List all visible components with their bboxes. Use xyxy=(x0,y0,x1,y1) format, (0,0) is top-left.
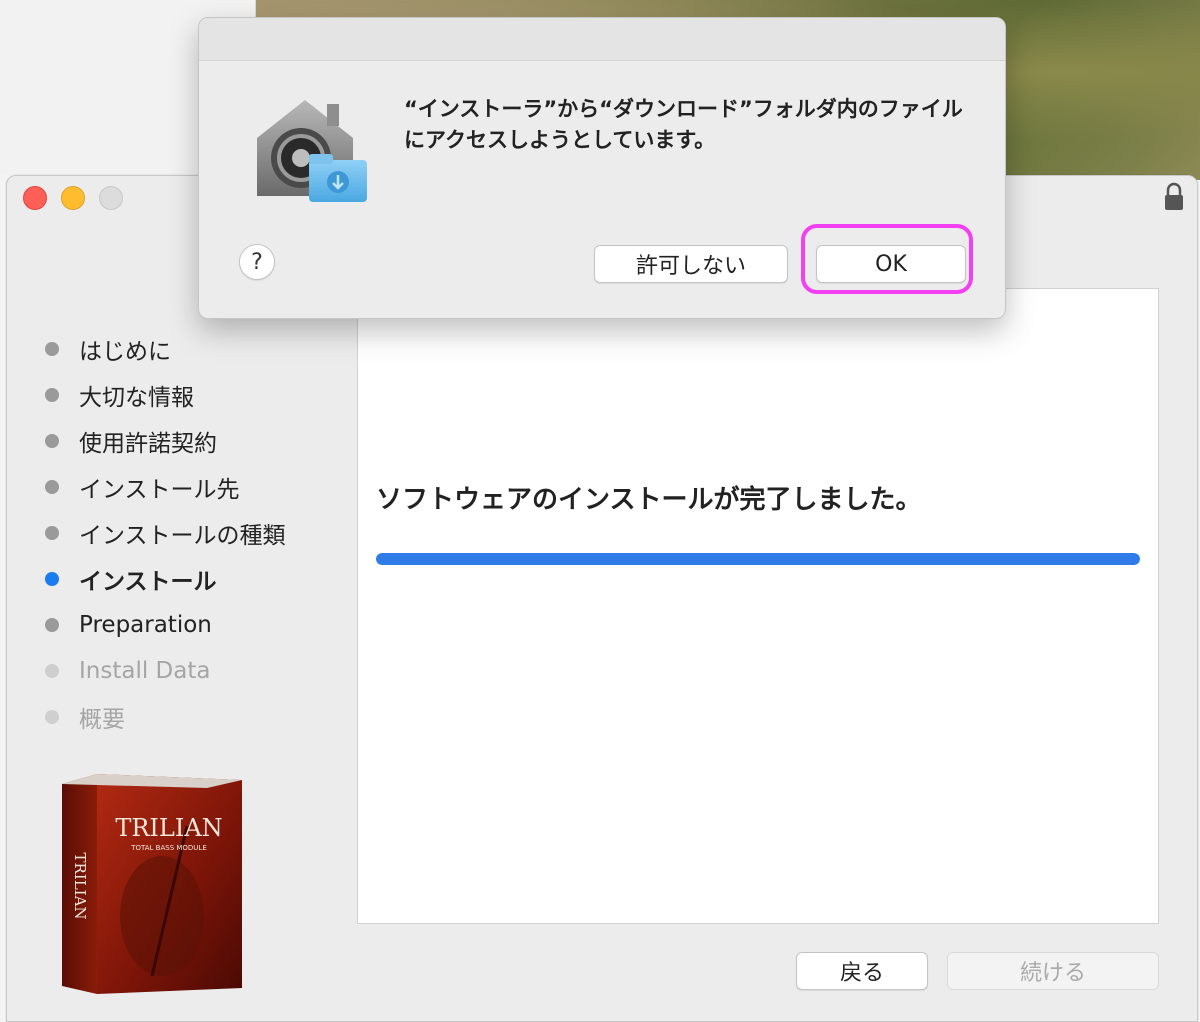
step-label: 大切な情報 xyxy=(79,385,194,411)
step-label: 使用許諾契約 xyxy=(79,431,217,457)
progress-bar xyxy=(376,553,1140,565)
deny-button[interactable]: 許可しない xyxy=(594,245,788,283)
step-install: インストール xyxy=(37,556,357,602)
installer-steps: はじめに 大切な情報 使用許諾契約 インストール先 インストールの種類 インスト… xyxy=(37,326,357,740)
step-label: インストールの種類 xyxy=(79,523,286,549)
product-box-image: TRILIAN TOTAL BASS MODULE TRILIAN xyxy=(62,774,242,994)
step-dot xyxy=(45,434,59,448)
step-dot xyxy=(45,480,59,494)
step-installation-type: インストールの種類 xyxy=(37,510,357,556)
continue-button[interactable]: 続ける xyxy=(947,952,1159,990)
step-label: 概要 xyxy=(79,707,125,733)
step-preparation: Preparation xyxy=(37,602,357,648)
dialog-titlebar xyxy=(199,18,1005,61)
step-dot xyxy=(45,526,59,540)
zoom-window-button[interactable] xyxy=(99,186,123,210)
step-dot xyxy=(45,710,59,724)
lock-icon xyxy=(1165,182,1183,210)
install-complete-message: ソフトウェアのインストールが完了しました。 xyxy=(376,485,922,515)
step-dot xyxy=(45,664,59,678)
step-summary: 概要 xyxy=(37,694,357,740)
step-label: Preparation xyxy=(79,612,212,638)
progress-bar-fill xyxy=(376,553,1140,565)
step-label: インストール先 xyxy=(79,477,240,503)
step-label: インストール xyxy=(79,569,217,595)
access-permission-dialog: “インストーラ”から“ダウンロード”フォルダ内のファイルにアクセスしようとしてい… xyxy=(198,17,1006,319)
step-read-me: 大切な情報 xyxy=(37,372,357,418)
product-spine-title: TRILIAN xyxy=(71,852,89,919)
dialog-message: “インストーラ”から“ダウンロード”フォルダ内のファイルにアクセスしようとしてい… xyxy=(404,97,963,152)
step-license: 使用許諾契約 xyxy=(37,418,357,464)
product-title: TRILIAN xyxy=(115,814,222,842)
close-window-button[interactable] xyxy=(23,186,47,210)
help-button[interactable]: ? xyxy=(239,244,275,280)
step-dot xyxy=(45,618,59,632)
install-content-panel: ソフトウェアのインストールが完了しました。 xyxy=(357,288,1159,924)
security-lock-folder-icon xyxy=(257,100,367,202)
minimize-window-button[interactable] xyxy=(61,186,85,210)
back-button[interactable]: 戻る xyxy=(796,952,928,990)
product-subtitle: TOTAL BASS MODULE xyxy=(130,844,207,852)
step-dot-active xyxy=(45,572,59,586)
step-introduction: はじめに xyxy=(37,326,357,372)
step-label: Install Data xyxy=(79,658,211,684)
step-install-data: Install Data xyxy=(37,648,357,694)
step-label: はじめに xyxy=(79,339,171,365)
step-dot xyxy=(45,342,59,356)
ok-button-highlight xyxy=(801,224,973,294)
step-dot xyxy=(45,388,59,402)
step-destination: インストール先 xyxy=(37,464,357,510)
